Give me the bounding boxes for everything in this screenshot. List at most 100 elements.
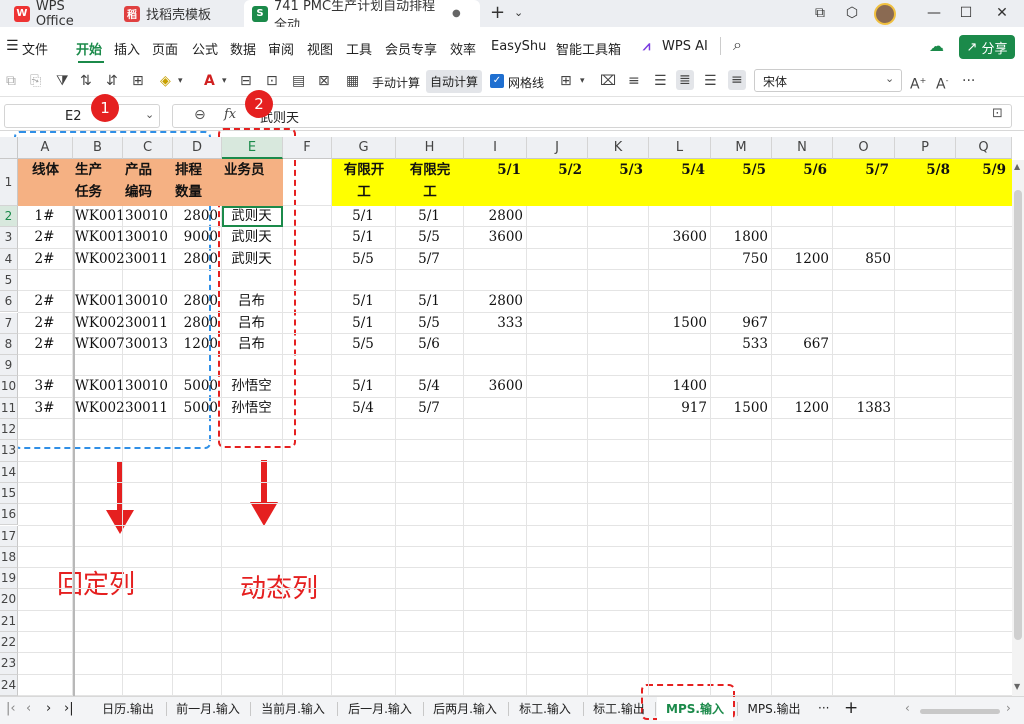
menu-smart-toolbox[interactable]: 智能工具箱 — [556, 39, 621, 58]
cell-start[interactable]: 5/5 — [334, 334, 392, 355]
tab-list-chevron-icon[interactable]: ⌄ — [514, 6, 523, 19]
font-color-icon[interactable]: A — [204, 72, 215, 90]
cell-qty-5-7[interactable]: 1383 — [835, 398, 891, 419]
next-sheet-icon[interactable]: › — [46, 701, 51, 716]
first-sheet-icon[interactable]: |‹ — [6, 701, 16, 716]
cell-start[interactable]: 5/1 — [334, 313, 392, 334]
menu-view[interactable]: 视图 — [307, 39, 333, 58]
row-header-16[interactable]: 16 — [0, 504, 18, 526]
add-sheet-button[interactable]: + — [844, 698, 858, 718]
sheet-tab[interactable]: 后一月.输入 — [339, 700, 421, 717]
cell-finish[interactable]: 5/1 — [398, 291, 460, 312]
menu-tools[interactable]: 工具 — [346, 39, 372, 58]
sheet-tab[interactable]: 后两月.输入 — [425, 700, 505, 717]
horizontal-scrollbar[interactable] — [920, 709, 1000, 714]
column-header-i[interactable]: I — [464, 137, 527, 159]
cell-start[interactable]: 5/1 — [334, 376, 392, 397]
last-sheet-icon[interactable]: ›| — [64, 701, 74, 716]
menu-efficiency[interactable]: 效率 — [450, 39, 476, 58]
sheet-tab[interactable]: 当前月.输入 — [252, 700, 334, 717]
cell-start[interactable]: 5/4 — [334, 398, 392, 419]
column-header-a[interactable]: A — [18, 137, 73, 159]
cell-qty[interactable]: 2800 — [175, 206, 218, 227]
sort-descending-icon[interactable]: ⇵ — [106, 72, 118, 90]
table-style-icon[interactable]: ▤ — [292, 72, 305, 90]
scrollbar-thumb[interactable] — [1014, 190, 1022, 640]
font-color-chevron-icon[interactable]: ▾ — [222, 72, 227, 90]
cell-finish[interactable]: 5/7 — [398, 398, 460, 419]
row-header-2[interactable]: 2 — [0, 206, 18, 228]
selected-cell[interactable] — [222, 206, 283, 228]
paste-icon[interactable]: ⎘ — [30, 72, 41, 90]
cell-line[interactable]: 1# — [20, 206, 69, 227]
row-header-20[interactable]: 20 — [0, 589, 18, 611]
tab-wps-office[interactable]: W WPS Office — [6, 0, 114, 29]
border-icon[interactable]: ⊞ — [132, 72, 144, 90]
cell-code[interactable]: 30010 — [125, 227, 169, 248]
menu-review[interactable]: 审阅 — [268, 39, 294, 58]
search-icon[interactable]: ⌕ — [733, 35, 742, 55]
cell-qty-5-1[interactable]: 3600 — [466, 227, 523, 248]
cell-qty-5-6[interactable]: 1200 — [774, 398, 829, 419]
cell-qty[interactable]: 1200 — [175, 334, 218, 355]
cell-qty-5-6[interactable]: 667 — [774, 334, 829, 355]
cell-start[interactable]: 5/1 — [334, 227, 392, 248]
cell-qty[interactable]: 9000 — [175, 227, 218, 248]
menu-data[interactable]: 数据 — [230, 39, 256, 58]
fx-icon[interactable]: fx — [224, 107, 236, 122]
cell-task[interactable]: WK001 — [75, 227, 125, 248]
zoom-icon[interactable]: ⊖ — [194, 107, 206, 123]
cell-qty[interactable]: 2800 — [175, 313, 218, 334]
clear-format-icon[interactable]: ⌧ — [600, 72, 616, 90]
maximize-icon[interactable]: ☐ — [954, 2, 978, 24]
row-header-12[interactable]: 12 — [0, 419, 18, 441]
row-header-18[interactable]: 18 — [0, 546, 18, 569]
cell-line[interactable]: 2# — [20, 334, 69, 355]
share-button[interactable]: ↗ 分享 — [959, 35, 1015, 59]
cell-style-chevron-icon[interactable]: ▾ — [580, 72, 585, 90]
menu-formula[interactable]: 公式 — [192, 39, 218, 58]
vertical-scrollbar[interactable]: ▲ ▼ — [1012, 160, 1024, 696]
cell-finish[interactable]: 5/7 — [398, 249, 460, 270]
cell-line[interactable]: 3# — [20, 376, 69, 397]
align-middle-icon[interactable]: ≡ — [728, 70, 746, 90]
avatar[interactable] — [874, 3, 896, 25]
cell-qty-5-5[interactable]: 967 — [713, 313, 768, 334]
fill-color-chevron-icon[interactable]: ▾ — [178, 72, 183, 90]
cell-qty-5-4[interactable]: 917 — [651, 398, 707, 419]
cell-qty-5-6[interactable]: 1200 — [774, 249, 829, 270]
cell-salesperson[interactable]: 武则天 — [224, 249, 279, 270]
cell-finish[interactable]: 5/1 — [398, 206, 460, 227]
cell-finish[interactable]: 5/5 — [398, 313, 460, 334]
menu-home[interactable]: 开始 — [76, 39, 102, 58]
cell-task[interactable]: WK002 — [75, 249, 125, 270]
more-icon[interactable]: ··· — [962, 72, 975, 90]
cell-line[interactable]: 2# — [20, 291, 69, 312]
window-restore-icon[interactable]: ⧉ — [808, 2, 832, 24]
filter-icon[interactable]: ⧩ — [56, 72, 69, 90]
align-right-icon[interactable]: ☰ — [704, 72, 717, 90]
column-header-j[interactable]: J — [527, 137, 588, 159]
cell-code[interactable]: 30011 — [125, 249, 169, 270]
cell-qty-5-5[interactable]: 1800 — [713, 227, 768, 248]
font-shrink-icon[interactable]: A- — [936, 72, 948, 94]
cell-style-icon[interactable]: ⊞ — [560, 72, 572, 90]
row-header-21[interactable]: 21 — [0, 610, 18, 632]
minimize-icon[interactable]: — — [922, 2, 946, 24]
prev-sheet-icon[interactable]: ‹ — [26, 701, 31, 716]
cell-qty[interactable]: 2800 — [175, 249, 218, 270]
sheet-tab[interactable]: MPS.输入 — [657, 697, 733, 721]
fill-down-icon[interactable]: ⊠ — [318, 72, 330, 90]
cube-icon[interactable]: ⬡ — [840, 2, 864, 24]
column-header-p[interactable]: P — [895, 137, 956, 159]
row-header-15[interactable]: 15 — [0, 482, 18, 505]
select-all-corner[interactable] — [0, 137, 18, 159]
tab-current-file[interactable]: S 741 PMC生产计划自动排程全动 ● — [244, 0, 480, 33]
font-name-select[interactable]: 宋体 ⌄ — [754, 69, 902, 92]
cell-line[interactable]: 2# — [20, 227, 69, 248]
cell-salesperson[interactable]: 孙悟空 — [224, 376, 279, 397]
align-center-icon[interactable]: ≣ — [676, 70, 694, 90]
cell-task[interactable]: WK002 — [75, 313, 125, 334]
more-sheets-button[interactable]: ··· — [818, 701, 829, 715]
tab-template[interactable]: 稻 找稻壳模板 — [116, 0, 240, 27]
